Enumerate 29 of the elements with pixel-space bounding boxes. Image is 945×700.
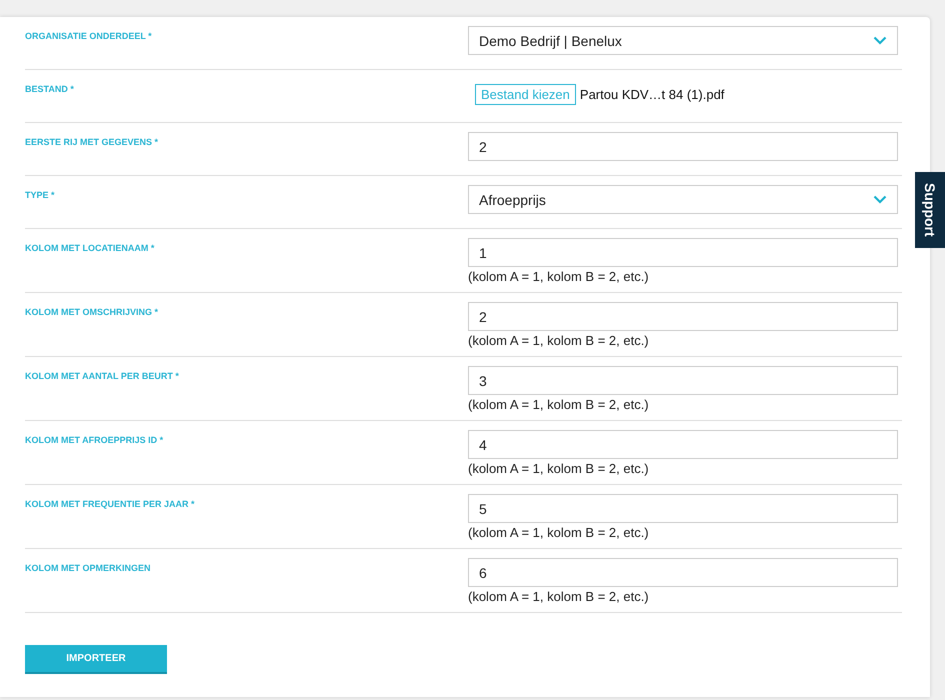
field-label: KOLOM MET AANTAL PER BEURT * <box>25 370 180 383</box>
field-label: EERSTE RIJ MET GEGEVENS * <box>25 136 160 149</box>
hint-text: (kolom A = 1, kolom B = 2, etc.) <box>468 461 650 476</box>
hint-text: (kolom A = 1, kolom B = 2, etc.) <box>468 589 650 604</box>
hint-text: (kolom A = 1, kolom B = 2, etc.) <box>468 269 650 284</box>
input-field[interactable]: 4 <box>468 430 898 459</box>
file-name: Partou KDV…t 84 (1).pdf <box>580 87 724 102</box>
input-field[interactable]: 6 <box>468 558 898 587</box>
chevron-down-icon <box>873 195 887 204</box>
field-label: BESTAND * <box>25 83 75 96</box>
input-field[interactable]: 2 <box>468 132 898 161</box>
hint-text: (kolom A = 1, kolom B = 2, etc.) <box>468 525 650 540</box>
field-label: TYPE * <box>25 189 56 202</box>
input-field[interactable]: 2 <box>468 302 898 331</box>
support-tab[interactable]: Support <box>915 172 945 248</box>
field-label: KOLOM MET LOCATIENAAM * <box>25 242 156 255</box>
select-field[interactable]: Demo Bedrijf | Benelux <box>468 26 898 55</box>
input-field[interactable]: 1 <box>468 238 898 267</box>
input-field[interactable]: 3 <box>468 366 898 395</box>
field-label: KOLOM MET AFROEPPRIJS ID * <box>25 434 164 447</box>
select-field[interactable]: Afroepprijs <box>468 185 898 214</box>
field-label: KOLOM MET OMSCHRIJVING * <box>25 306 160 319</box>
input-field[interactable]: 5 <box>468 494 898 523</box>
hint-text: (kolom A = 1, kolom B = 2, etc.) <box>468 397 650 412</box>
field-label: KOLOM MET OPMERKINGEN <box>25 562 152 575</box>
field-label: KOLOM MET FREQUENTIE PER JAAR * <box>25 498 196 511</box>
hint-text: (kolom A = 1, kolom B = 2, etc.) <box>468 333 650 348</box>
chevron-down-icon <box>873 36 887 45</box>
field-label: ORGANISATIE ONDERDEEL * <box>25 30 153 43</box>
